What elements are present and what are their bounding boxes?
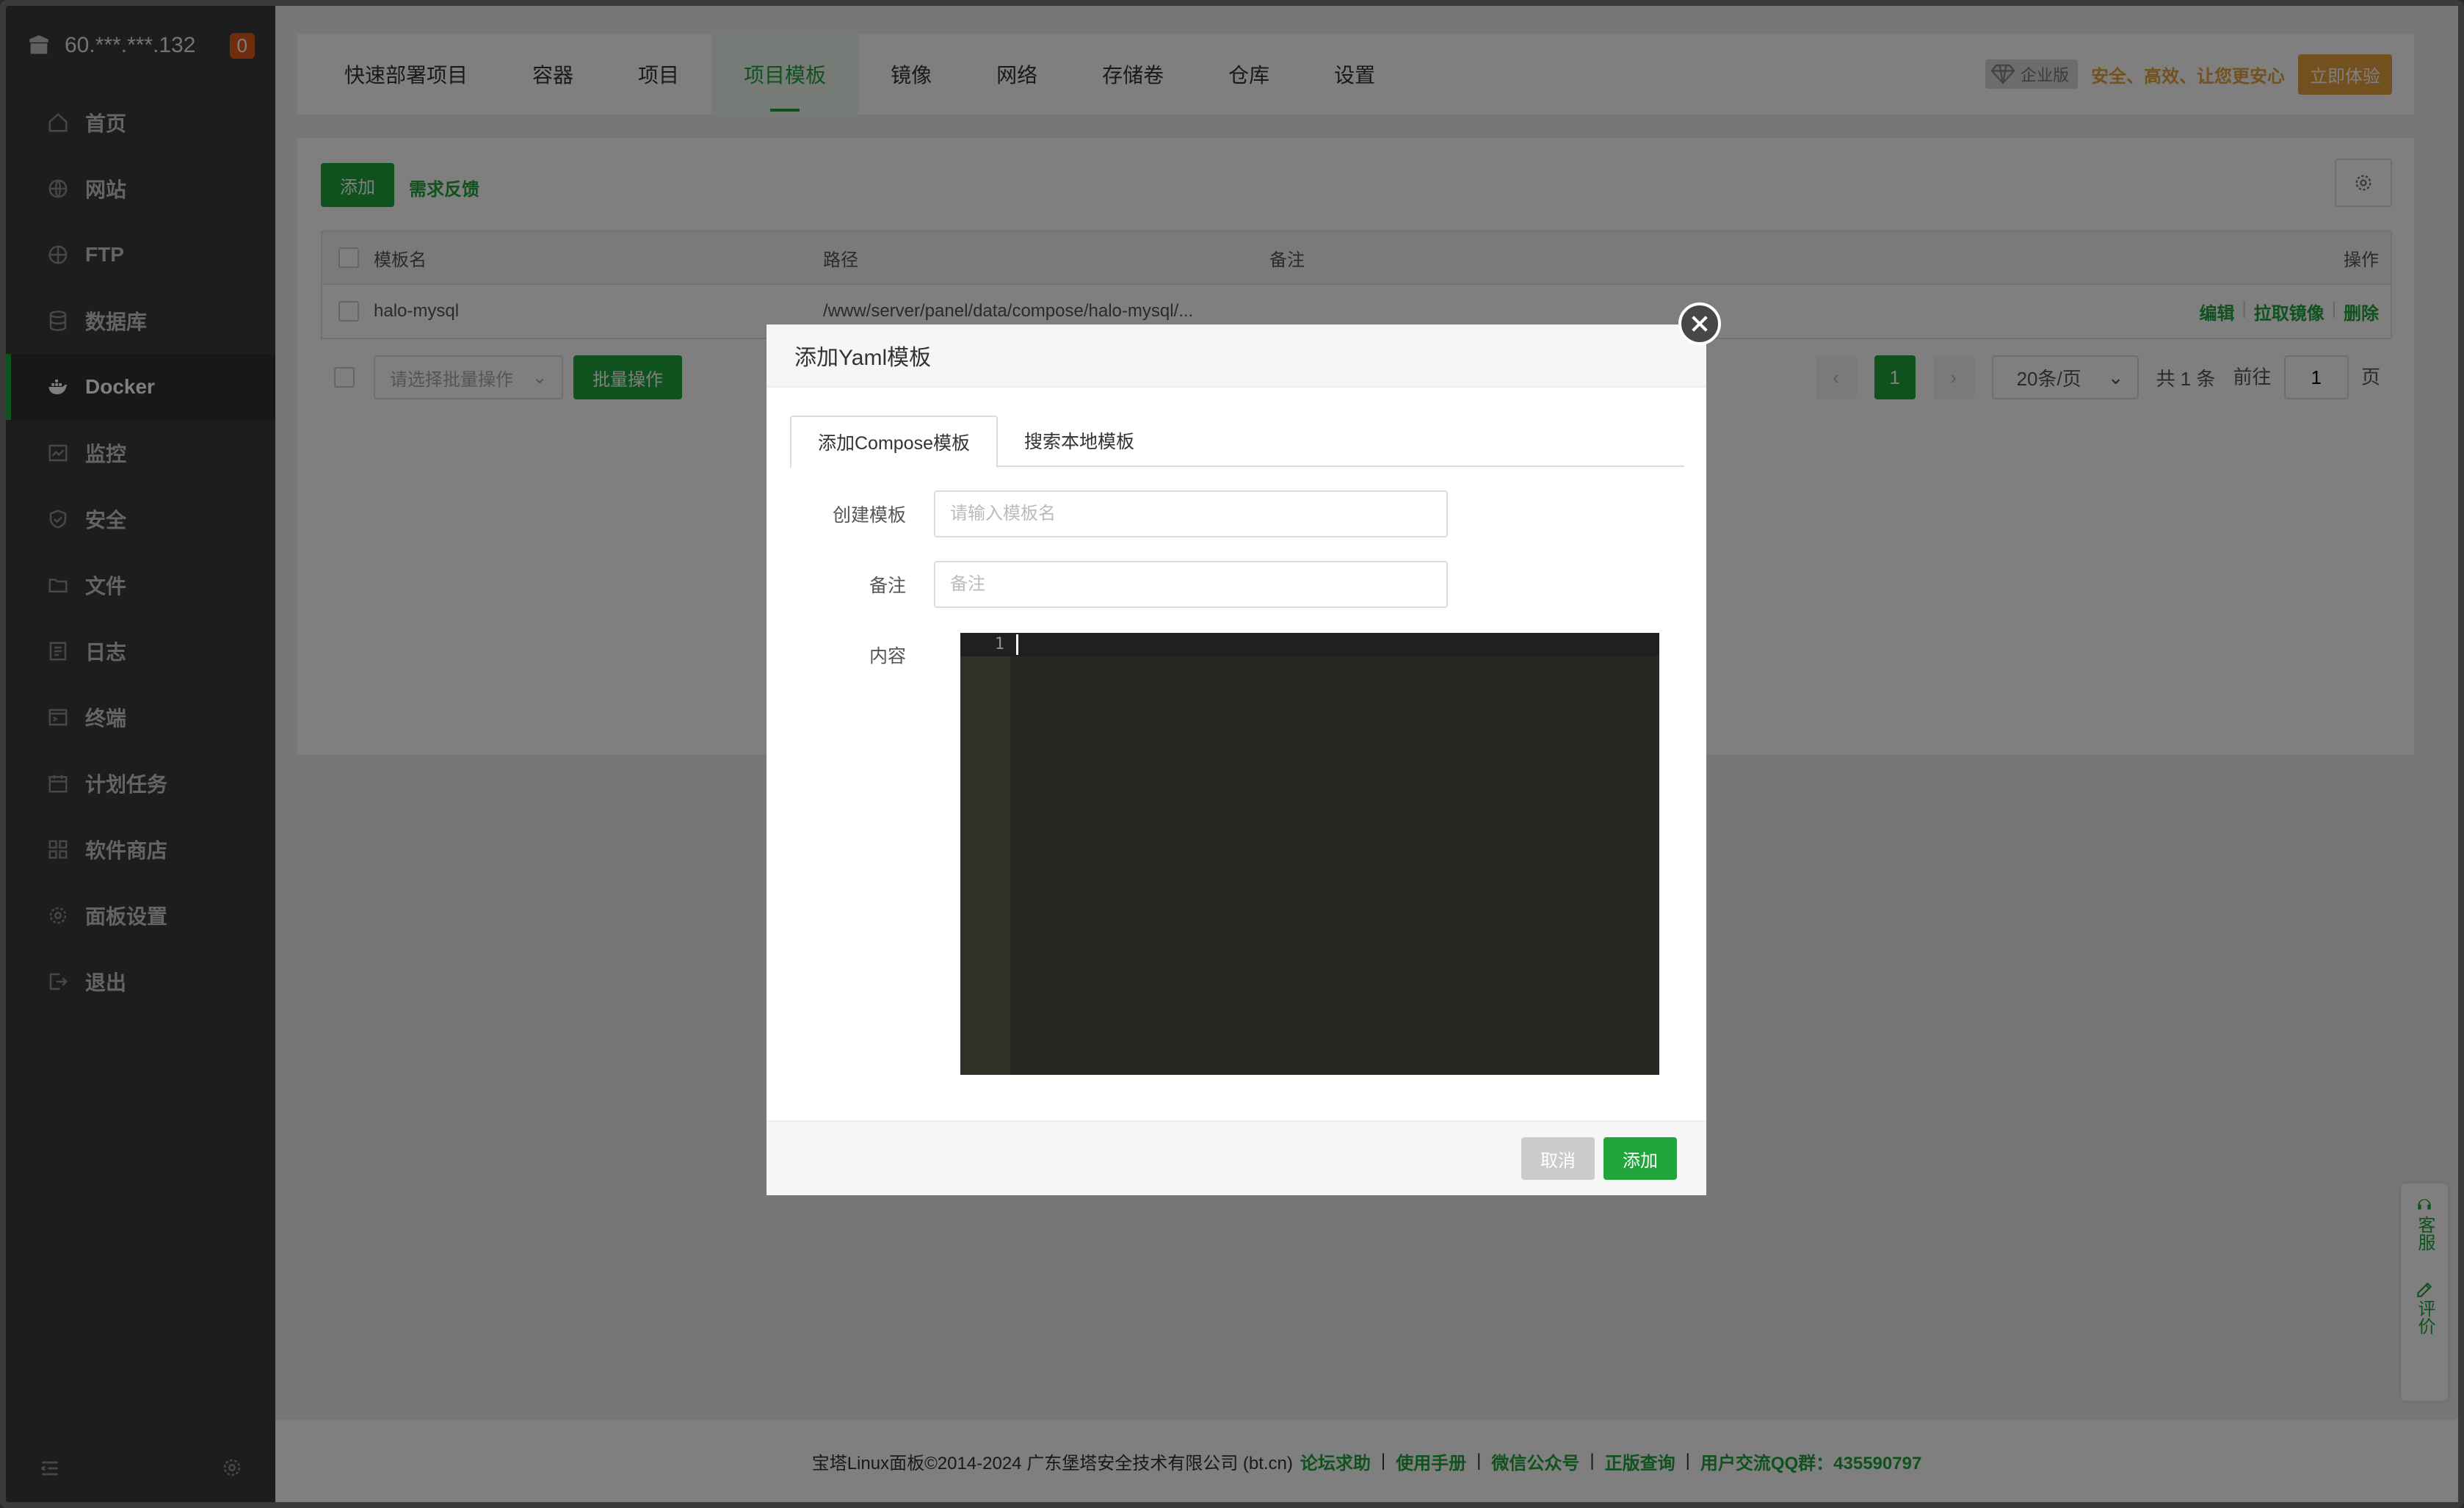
add-yaml-template-dialog: 添加Yaml模板 添加Compose模板 搜索本地模板 创建模板 备注 内容 1… xyxy=(767,302,1721,1195)
content-row: 内容 xyxy=(767,642,934,668)
tab-search-local-template[interactable]: 搜索本地模板 xyxy=(998,416,1161,465)
template-note-row: 备注 xyxy=(767,561,1448,608)
editor-gutter xyxy=(960,633,1010,1075)
template-name-label: 创建模板 xyxy=(832,505,906,526)
text-cursor xyxy=(1016,634,1018,655)
close-icon xyxy=(1692,316,1708,332)
dialog-footer: 取消 添加 xyxy=(767,1120,1706,1195)
cancel-button[interactable]: 取消 xyxy=(1521,1137,1595,1180)
template-name-row: 创建模板 xyxy=(767,490,1448,537)
note-input[interactable] xyxy=(934,561,1448,608)
yaml-code-editor[interactable]: 1 xyxy=(960,633,1659,1075)
tab-add-compose-template[interactable]: 添加Compose模板 xyxy=(790,416,998,468)
editor-active-line xyxy=(960,633,1659,656)
app-window: 60.***.***.132 0 首页 网站 FTP 数据库 Docke xyxy=(0,0,2464,1508)
close-dialog-button[interactable] xyxy=(1678,302,1721,345)
content-label: 内容 xyxy=(869,646,906,667)
dialog-tabs: 添加Compose模板 搜索本地模板 xyxy=(790,416,1684,468)
note-label: 备注 xyxy=(869,576,906,596)
template-name-input[interactable] xyxy=(934,490,1448,537)
line-number: 1 xyxy=(994,635,1004,653)
dialog-title: 添加Yaml模板 xyxy=(767,325,1706,388)
submit-add-button[interactable]: 添加 xyxy=(1604,1137,1677,1180)
